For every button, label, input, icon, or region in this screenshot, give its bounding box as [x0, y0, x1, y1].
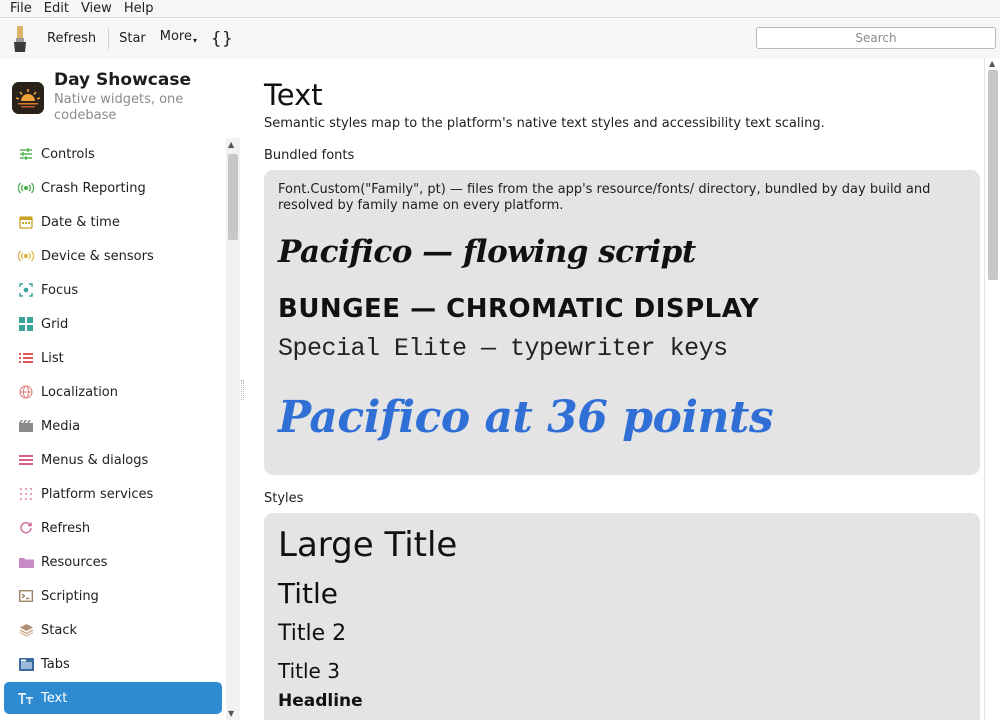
section-label-styles: Styles [264, 491, 304, 506]
sidebar-item-refresh[interactable]: Refresh [4, 512, 222, 544]
sidebar-item-label: Stack [41, 622, 77, 638]
sidebar-item-resources[interactable]: Resources [4, 546, 222, 578]
sidebar-item-label: List [41, 350, 64, 366]
sidebar-item-label: Crash Reporting [41, 180, 146, 196]
sidebar-item-scripting[interactable]: Scripting [4, 580, 222, 612]
scrollbar-thumb[interactable] [988, 70, 998, 280]
menu-view[interactable]: View [75, 0, 118, 18]
sample-pacifico: Pacifico — flowing script [278, 234, 696, 270]
chevron-down-icon: ▾ [193, 36, 198, 45]
sidebar-item-crash-reporting[interactable]: Crash Reporting [4, 172, 222, 204]
main-scrollbar[interactable]: ▲ [984, 58, 1000, 720]
menu-bar: File Edit View Help [0, 0, 1000, 18]
text-icon [18, 690, 34, 706]
film-icon [18, 418, 34, 434]
braces-button[interactable]: {} [211, 29, 233, 49]
page-description: Semantic styles map to the platform's na… [264, 116, 825, 131]
scroll-down-icon[interactable]: ▼ [228, 709, 234, 718]
sensor-icon [18, 248, 34, 264]
sidebar-item-grid[interactable]: Grid [4, 308, 222, 340]
more-label: More [159, 29, 192, 44]
sidebar-item-date-time[interactable]: Date & time [4, 206, 222, 238]
app-logo-icon [12, 82, 44, 114]
sidebar-item-label: Focus [41, 282, 79, 298]
sidebar-nav: Controls Crash Reporting Date & time Dev… [0, 138, 226, 720]
sample-special-elite: Special Elite — typewriter keys [278, 334, 728, 363]
more-button[interactable]: More▾ [154, 25, 203, 53]
menu-edit[interactable]: Edit [38, 0, 75, 18]
sliders-icon [18, 146, 34, 162]
sidebar-item-tabs[interactable]: Tabs [4, 648, 222, 680]
sidebar-item-label: Localization [41, 384, 118, 400]
style-headline: Headline [278, 691, 363, 711]
grid-icon [18, 316, 34, 332]
sidebar-item-label: Device & sensors [41, 248, 154, 264]
sidebar-item-list[interactable]: List [4, 342, 222, 374]
style-title-2: Title 2 [278, 621, 347, 646]
sidebar-item-label: Text [41, 690, 68, 706]
menu-icon [18, 452, 34, 468]
tabs-icon [18, 656, 34, 672]
sidebar-item-label: Controls [41, 146, 95, 162]
sidebar-item-localization[interactable]: Localization [4, 376, 222, 408]
sidebar-item-text[interactable]: Text [4, 682, 222, 714]
scrollbar-thumb[interactable] [228, 154, 238, 240]
sidebar-item-label: Scripting [41, 588, 99, 604]
scroll-up-icon[interactable]: ▲ [228, 140, 234, 149]
stack-icon [18, 622, 34, 638]
menu-file[interactable]: File [4, 0, 38, 18]
refresh-button[interactable]: Refresh [41, 27, 102, 51]
sidebar-item-device-sensors[interactable]: Device & sensors [4, 240, 222, 272]
sidebar-item-label: Refresh [41, 520, 91, 536]
sidebar: Day Showcase Native widgets, one codebas… [0, 60, 240, 720]
sidebar-item-label: Platform services [41, 486, 154, 502]
toolbar: Refresh Star More▾ {} [0, 19, 1000, 59]
sidebar-item-media[interactable]: Media [4, 410, 222, 442]
sidebar-item-label: Menus & dialogs [41, 452, 149, 468]
dots-grid-icon [18, 486, 34, 502]
style-large-title: Large Title [278, 525, 458, 565]
styles-card: Large Title Title Title 2 Title 3 Headli… [264, 513, 980, 720]
list-icon [18, 350, 34, 366]
folder-icon [18, 554, 34, 570]
brush-icon [9, 24, 31, 54]
broadcast-icon [18, 180, 34, 196]
sidebar-item-platform-services[interactable]: Platform services [4, 478, 222, 510]
style-title-3: Title 3 [278, 659, 340, 683]
globe-icon [18, 384, 34, 400]
terminal-icon [18, 588, 34, 604]
bundled-fonts-card: Font.Custom("Family", pt) — files from t… [264, 170, 980, 475]
sidebar-item-controls[interactable]: Controls [4, 138, 222, 170]
search-input[interactable] [756, 27, 996, 49]
app-header: Day Showcase Native widgets, one codebas… [12, 70, 237, 136]
bundled-fonts-description: Font.Custom("Family", pt) — files from t… [278, 182, 931, 213]
sample-bungee: BUNGEE — CHROMATIC DISPLAY [278, 294, 760, 324]
sample-pacifico-36: Pacifico at 36 points [278, 392, 774, 443]
sidebar-item-label: Grid [41, 316, 69, 332]
focus-icon [18, 282, 34, 298]
sidebar-item-label: Date & time [41, 214, 120, 230]
sidebar-item-label: Media [41, 418, 81, 434]
sidebar-item-label: Tabs [41, 656, 70, 672]
section-label-bundled-fonts: Bundled fonts [264, 148, 355, 163]
scroll-up-icon[interactable]: ▲ [989, 59, 995, 68]
sidebar-item-focus[interactable]: Focus [4, 274, 222, 306]
sidebar-item-stack[interactable]: Stack [4, 614, 222, 646]
refresh-icon [18, 520, 34, 536]
menu-help[interactable]: Help [118, 0, 160, 18]
toolbar-divider [108, 29, 110, 49]
sidebar-scrollbar[interactable]: ▲ ▼ [226, 138, 240, 720]
app-subtitle: Native widgets, one codebase [54, 92, 184, 123]
main-content: Text Semantic styles map to the platform… [244, 60, 984, 720]
calendar-icon [18, 214, 34, 230]
page-title: Text [264, 78, 323, 112]
star-button[interactable]: Star [113, 27, 152, 51]
app-title: Day Showcase [54, 70, 191, 90]
sidebar-item-menus-dialogs[interactable]: Menus & dialogs [4, 444, 222, 476]
style-title: Title [278, 577, 339, 610]
sidebar-item-label: Resources [41, 554, 108, 570]
